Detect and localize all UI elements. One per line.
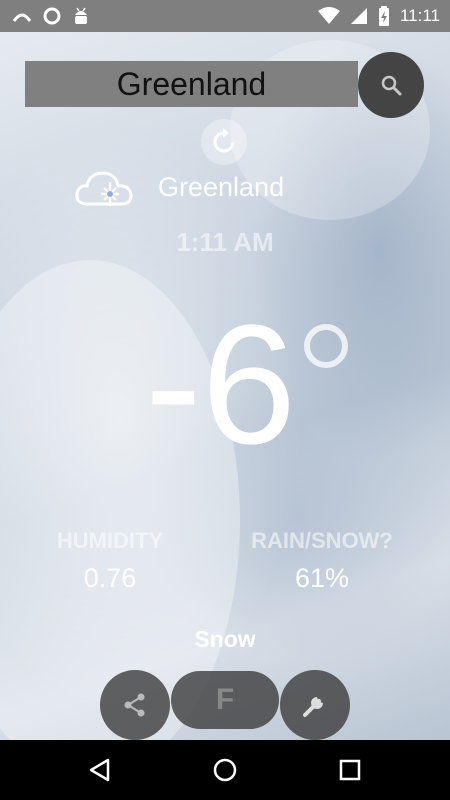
humidity-label: HUMIDITY	[56, 528, 164, 553]
circle-icon	[43, 7, 61, 25]
android-icon	[75, 7, 87, 24]
humidity-value: 0.76	[83, 563, 137, 593]
navigation-bar	[0, 740, 450, 800]
weather-screen: 11:11 Greenland Greenland 1:11 AM -6 HUM…	[0, 0, 450, 800]
search-button[interactable]	[358, 52, 424, 118]
search-icon	[381, 75, 402, 96]
share-button[interactable]	[100, 670, 170, 740]
location-label: Greenland	[158, 172, 285, 202]
wrench-icon	[303, 697, 323, 717]
weather-condition: Snow	[194, 626, 256, 652]
status-time: 11:11	[399, 6, 440, 25]
local-time: 1:11 AM	[176, 227, 274, 257]
refresh-button[interactable]	[201, 119, 247, 165]
snow-cloud-icon	[75, 171, 133, 206]
precip-label: RAIN/SNOW?	[251, 528, 393, 553]
home-button[interactable]	[209, 754, 241, 786]
refresh-icon	[213, 128, 235, 153]
arc-icon	[12, 13, 32, 22]
settings-button[interactable]	[280, 670, 350, 740]
wifi-icon	[317, 7, 340, 24]
precip-value: 61%	[294, 563, 350, 593]
share-icon	[124, 693, 145, 717]
back-icon	[89, 758, 110, 782]
degree-symbol	[304, 324, 348, 368]
recents-button[interactable]	[334, 754, 366, 786]
recents-icon	[339, 759, 361, 781]
unit-toggle-button[interactable]: F	[171, 671, 279, 729]
home-icon	[213, 758, 237, 782]
status-bar: 11:11	[0, 0, 450, 32]
battery-icon	[378, 6, 389, 26]
temperature-value: -6	[145, 290, 297, 480]
location-search-input[interactable]: Greenland	[25, 61, 358, 107]
back-button[interactable]	[84, 754, 116, 786]
signal-icon	[350, 8, 367, 24]
